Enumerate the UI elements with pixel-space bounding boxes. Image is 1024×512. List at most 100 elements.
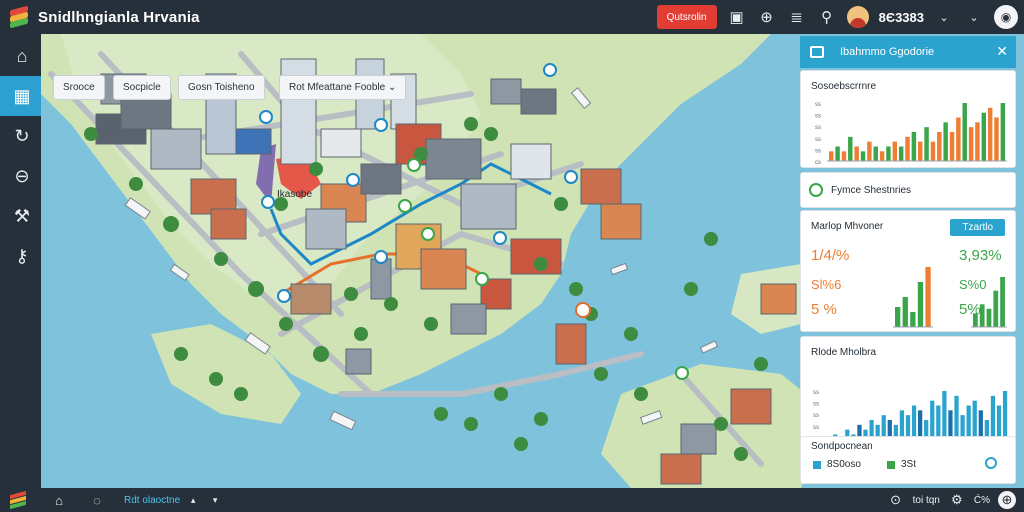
chart-card: Sosoebscrrnre ss ss ss ss ss cs (800, 70, 1016, 168)
chart-bar (841, 151, 847, 161)
panel-icon (810, 46, 824, 58)
y-tick-label: ss (815, 102, 821, 108)
status-icon (985, 457, 997, 469)
chart-bar (924, 127, 929, 161)
bar-chart: ss ss ss ss ss cs (815, 102, 1007, 166)
map-label-marker: Ikasobe (277, 189, 313, 200)
list-icon[interactable]: ≣ (787, 7, 807, 27)
user-score: 8Є3383 (878, 9, 924, 25)
chart-bar (979, 304, 985, 327)
status-extra: Ć% (973, 494, 990, 506)
close-icon[interactable]: ✕ (996, 43, 1008, 60)
chat-icon[interactable]: ◌ (88, 491, 106, 509)
y-tick-label: cs (815, 160, 821, 166)
chevron-down-icon[interactable]: ⌄ (934, 7, 954, 27)
y-tick-label: ss (815, 125, 821, 131)
pin-icon[interactable]: ⚲ (817, 7, 837, 27)
chart-bar (975, 122, 980, 161)
chart-bar (930, 141, 936, 161)
chevron-down-icon[interactable]: ▾ (206, 491, 224, 509)
chart-bar (968, 127, 974, 161)
status-text: toi tqn (912, 494, 940, 506)
refresh-icon[interactable]: ↻ (0, 116, 41, 156)
profile-button[interactable]: ◉ (994, 5, 1018, 29)
settings-icon[interactable]: ⚙ (948, 491, 966, 509)
y-tick-label: ss (813, 390, 819, 396)
layers-icon[interactable]: ▦ (0, 76, 41, 116)
chart-bar (886, 146, 891, 161)
globe-icon[interactable]: ⊕ (998, 491, 1016, 509)
y-tick-label: ss (815, 148, 821, 154)
help-icon[interactable]: ⊙ (887, 491, 905, 509)
chart-bar (902, 297, 908, 327)
home-icon[interactable]: ⌂ (50, 491, 68, 509)
mini-bar-charts (893, 267, 1007, 328)
chart-bar (910, 312, 916, 327)
chart-bar (911, 132, 917, 161)
chart-bar (1000, 103, 1006, 161)
chart-bar (993, 290, 999, 327)
summary-card: Sondpocnean 8S0oso 3St (800, 436, 1016, 484)
chart-bar (949, 132, 955, 161)
legend-swatch (813, 461, 821, 469)
chart-bar (986, 308, 992, 327)
chart-bar (937, 132, 942, 161)
y-tick-label: ss (813, 402, 819, 408)
chart-bar (981, 112, 987, 161)
chart-bar (917, 282, 924, 327)
status-label[interactable]: Rdt olaoctne (124, 495, 180, 506)
key-icon[interactable]: ⚷ (0, 236, 41, 276)
top-bar: Snidlhngianla Hrvania Qutsrolin ▣ ⊕ ≣ ⚲ … (0, 0, 1024, 34)
app-title: Snidlhngianla Hrvania (38, 8, 200, 26)
chart-bar (895, 307, 901, 327)
avatar[interactable] (846, 6, 869, 28)
analytics-panel: Ibahmmo Ggodorie ✕ Sosoebscrrnre ss ss ss s… (800, 36, 1016, 484)
chevron-down-icon[interactable]: ▴ (184, 491, 202, 509)
chart-bar (918, 141, 923, 161)
chart-bar (956, 117, 961, 161)
panel-title: Ibahmmo Ggodorie (840, 46, 935, 58)
chart-bar (962, 103, 967, 161)
leaf-icon (809, 183, 823, 197)
chart-bar (835, 146, 840, 161)
app-logo-icon (8, 5, 30, 29)
panel-header: Ibahmmo Ggodorie ✕ (800, 36, 1016, 68)
map-filter-chip[interactable]: Srooce (53, 75, 105, 100)
chart-bar (973, 313, 978, 327)
chart-bar (994, 117, 999, 161)
chart-bar (1000, 277, 1005, 327)
chart-bar (925, 267, 931, 327)
chart-bar (987, 107, 993, 161)
top-right-controls: Qutsrolin ▣ ⊕ ≣ ⚲ 8Є3383 ⌄ ⌄ ◉ (656, 3, 1018, 31)
chart-bar (867, 141, 872, 161)
chart-bar (898, 146, 904, 161)
map-filter-dropdown[interactable]: Rot Mfeattane Fooble ⌄ (279, 75, 407, 100)
chart-bar (879, 151, 885, 161)
map-filter-chip[interactable]: Gosn Toisheno (178, 75, 265, 100)
metrics-card: Marlop Mhvoner Tzartlo 1/4/% Sl%6 5 % 3,… (800, 210, 1016, 332)
chart-bar (829, 151, 834, 161)
app-logo-icon (8, 490, 28, 510)
legend-swatch (887, 461, 895, 469)
bottom-right-controls: ⊙ toi tqn ⚙ Ć% ⊕ (887, 491, 1016, 509)
chevron-down-icon[interactable]: ⌄ (964, 7, 984, 27)
legend-item: 8S0oso (827, 459, 861, 470)
chart-bar (854, 146, 859, 161)
compass-icon[interactable]: ⊕ (757, 7, 777, 27)
chart-bar (860, 151, 866, 161)
y-tick-label: ss (815, 137, 821, 143)
card-title: Fymce Shestnries (831, 185, 912, 196)
chart-bar (943, 122, 948, 161)
bottom-bar: ⌂ ◌ Rdt olaoctne ▴ ▾ ⊙ toi tqn ⚙ Ć% ⊕ (0, 488, 1024, 512)
image-icon[interactable]: ▣ (727, 7, 747, 27)
chart-bar (892, 141, 898, 161)
info-card: Fymce Shestnries (800, 172, 1016, 208)
home-icon[interactable]: ⌂ (0, 36, 41, 76)
card-title: Sondpocnean (811, 441, 873, 452)
chart-bar (848, 136, 853, 161)
action-button[interactable]: Qutsrolin (656, 5, 717, 29)
tools-icon[interactable]: ⚒ (0, 196, 41, 236)
minus-circle-icon[interactable]: ⊖ (0, 156, 41, 196)
left-sidebar: ⌂ ▦ ↻ ⊖ ⚒ ⚷ (0, 34, 41, 488)
map-filter-chip[interactable]: Socpicle (113, 75, 171, 100)
